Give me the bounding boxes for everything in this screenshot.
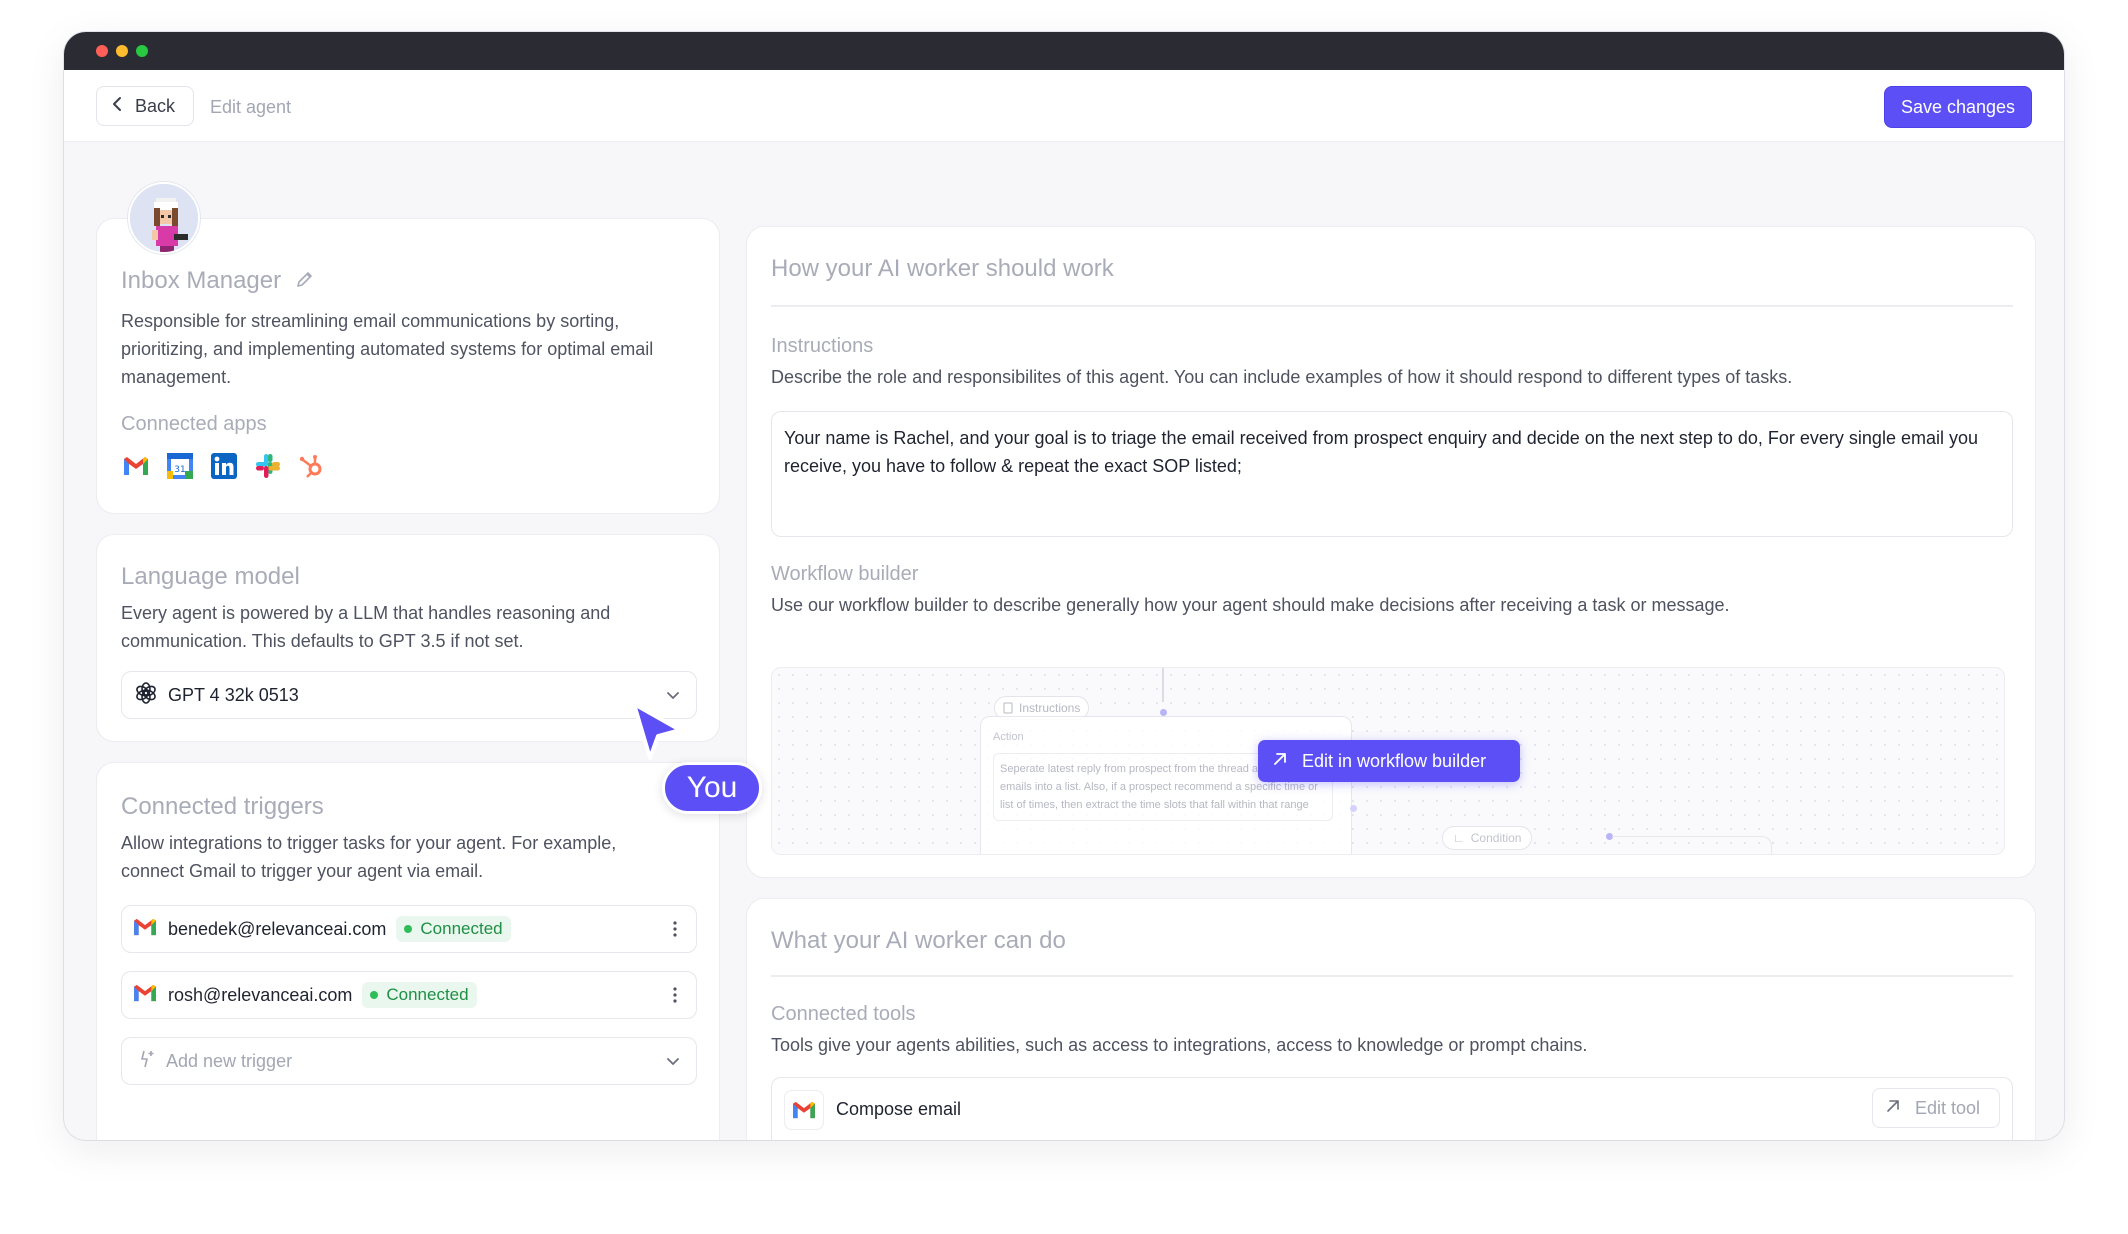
agent-avatar[interactable] — [128, 182, 200, 254]
edit-in-workflow-builder-button[interactable]: Edit in workflow builder — [1258, 740, 1520, 782]
hubspot-icon — [297, 451, 327, 481]
agent-name: Inbox Manager — [121, 267, 282, 294]
window-titlebar — [64, 32, 2064, 70]
trigger-row[interactable]: rosh@relevanceai.com Connected — [121, 971, 697, 1019]
instructions-textarea[interactable]: Your name is Rachel, and your goal is to… — [771, 411, 2013, 537]
maximize-window-dot[interactable] — [136, 45, 148, 57]
google-calendar-icon: 31 — [165, 451, 195, 481]
how-worker-works-card: How your AI worker should work Instructi… — [746, 226, 2036, 878]
add-trigger-select[interactable]: Add new trigger — [121, 1037, 697, 1085]
status-badge: Connected — [362, 982, 477, 1008]
divider — [771, 305, 2013, 307]
connected-apps-list: 31 — [121, 451, 327, 481]
model-select[interactable]: GPT 4 32k 0513 — [121, 671, 697, 719]
triggers-description: Allow integrations to trigger tasks for … — [121, 833, 617, 881]
connected-apps-label: Connected apps — [121, 413, 267, 435]
breadcrumb: Edit agent — [210, 97, 292, 117]
minimize-window-dot[interactable] — [116, 45, 128, 57]
pencil-icon[interactable] — [295, 269, 315, 294]
sparkle-icon — [136, 1049, 156, 1074]
how-work-title: How your AI worker should work — [771, 255, 1114, 282]
svg-text:31: 31 — [174, 465, 185, 475]
workflow-builder-label: Workflow builder — [771, 563, 919, 585]
tool-row[interactable]: Compose email Edit tool — [771, 1077, 2013, 1140]
close-window-dot[interactable] — [96, 45, 108, 57]
can-do-title: What your AI worker can do — [771, 927, 1066, 954]
add-trigger-placeholder: Add new trigger — [166, 1050, 293, 1071]
model-select-value: GPT 4 32k 0513 — [168, 684, 299, 705]
status-badge: Connected — [396, 916, 511, 942]
workflow-preview-canvas[interactable]: Instructions Action Seperate latest repl… — [771, 667, 2005, 855]
connected-tools-description: Tools give your agents abilities, such a… — [771, 1035, 1588, 1055]
connected-triggers-card: Connected triggers Allow integrations to… — [96, 762, 720, 1140]
edit-tool-label: Edit tool — [1915, 1097, 1981, 1118]
arrow-up-right-icon — [1885, 1098, 1901, 1119]
chevron-left-icon — [111, 96, 123, 117]
agent-profile-card: Inbox Manager Responsible for streamlini… — [96, 218, 720, 514]
trigger-row[interactable]: benedek@relevanceai.com Connected — [121, 905, 697, 953]
triggers-title: Connected triggers — [121, 793, 324, 820]
gmail-icon — [132, 917, 158, 942]
slack-icon — [253, 451, 283, 481]
gmail-icon — [132, 983, 158, 1008]
gmail-icon — [121, 451, 151, 481]
app-window: Back Edit agent Save changes Inbox Manag… — [64, 32, 2064, 1140]
workflow-builder-description: Use our workflow builder to describe gen… — [771, 595, 1730, 615]
edit-in-workflow-builder-label: Edit in workflow builder — [1302, 750, 1487, 771]
top-bar: Back Edit agent Save changes — [64, 70, 2064, 142]
back-button[interactable]: Back — [96, 86, 194, 126]
connected-tools-label: Connected tools — [771, 1003, 916, 1025]
arrow-up-right-icon — [1272, 751, 1288, 772]
save-changes-button[interactable]: Save changes — [1884, 86, 2032, 128]
instructions-label: Instructions — [771, 335, 874, 357]
back-button-label: Back — [135, 95, 176, 116]
tool-name: Compose email — [836, 1099, 962, 1119]
chevron-down-icon — [664, 1052, 682, 1075]
worker-capabilities-card: What your AI worker can do Connected too… — [746, 898, 2036, 1140]
more-options-icon[interactable] — [672, 986, 678, 1009]
workflow-condition-node: ∟ Condition — [1442, 826, 1533, 850]
openai-icon — [134, 681, 158, 710]
trigger-email: rosh@relevanceai.com — [168, 984, 353, 1005]
more-options-icon[interactable] — [672, 920, 678, 943]
trigger-email: benedek@relevanceai.com — [168, 918, 387, 939]
cursor-pointer-icon — [630, 700, 686, 767]
edit-tool-button[interactable]: Edit tool — [1872, 1088, 2000, 1128]
gmail-icon — [784, 1089, 824, 1130]
user-cursor-tag: You — [662, 762, 762, 814]
agent-description: Responsible for streamlining email commu… — [121, 311, 654, 387]
language-model-description: Every agent is powered by a LLM that han… — [121, 603, 611, 651]
workflow-action-node: Action Seperate latest reply from prospe… — [980, 716, 1352, 854]
instructions-description: Describe the role and responsibilites of… — [771, 367, 1793, 387]
divider — [771, 975, 2013, 977]
language-model-card: Language model Every agent is powered by… — [96, 534, 720, 742]
language-model-title: Language model — [121, 563, 300, 590]
linkedin-icon — [209, 451, 239, 481]
